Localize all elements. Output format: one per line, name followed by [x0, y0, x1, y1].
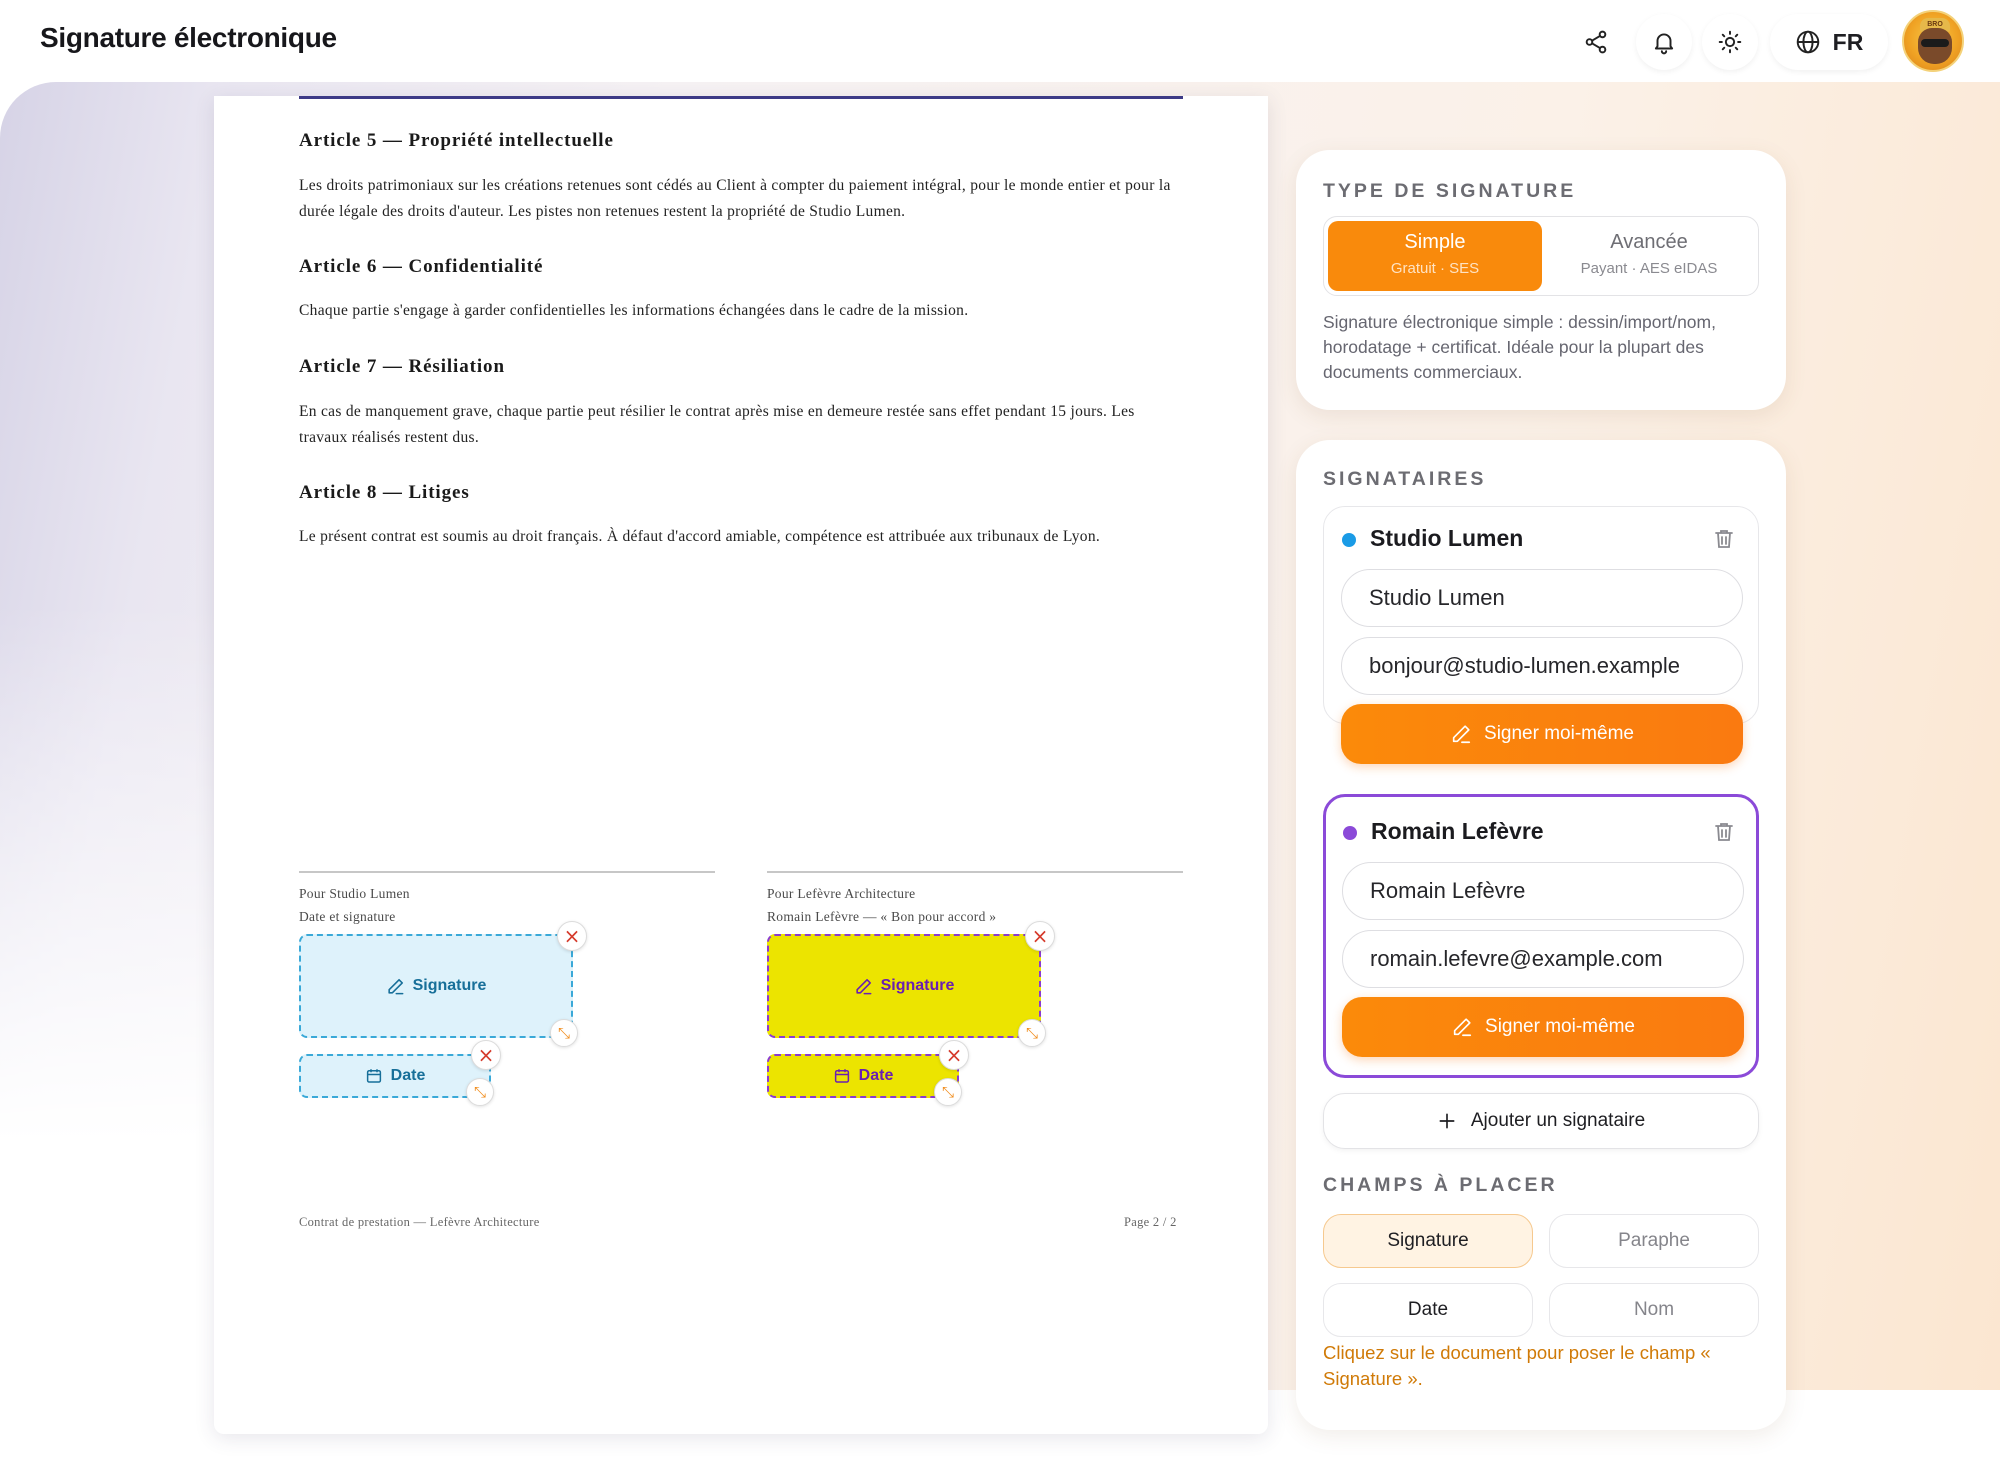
signers-panel: SIGNATAIRES Studio Lumen Signer moi-même…	[1296, 440, 1786, 1430]
trash-icon[interactable]	[1712, 527, 1736, 551]
chip-nom[interactable]: Nom	[1549, 1283, 1759, 1337]
add-signer-label: Ajouter un signataire	[1470, 1110, 1646, 1131]
signer-name: Studio Lumen	[1370, 525, 1524, 551]
language-selector[interactable]: FR	[1770, 14, 1888, 70]
date-field-label: Date	[858, 1067, 894, 1084]
share-icon	[1585, 30, 1607, 54]
signer-name-field[interactable]	[1342, 862, 1744, 920]
signer-name: Romain Lefèvre	[1371, 818, 1544, 844]
avatar-sunglasses	[1921, 39, 1949, 47]
plus-icon	[1439, 1113, 1455, 1129]
signature-field-label: Signature	[880, 977, 955, 994]
remove-field-button[interactable]: ×	[1025, 921, 1055, 951]
avatar[interactable]: BRO	[1902, 10, 1964, 72]
signature-caption: Date et signature	[299, 909, 396, 924]
article-title: Article 7 — Résiliation	[299, 356, 505, 377]
pen-icon	[855, 978, 872, 994]
option-advanced[interactable]: Avancée Payant · AES eIDAS	[1542, 221, 1756, 291]
notifications-button[interactable]	[1636, 14, 1692, 70]
option-subtitle: Gratuit · SES	[1390, 260, 1480, 277]
date-field[interactable]: Date	[767, 1054, 959, 1098]
page-title: Signature électronique	[40, 22, 337, 53]
resize-icon: ⤡	[473, 1083, 486, 1101]
add-signer-button[interactable]: Ajouter un signataire	[1323, 1093, 1759, 1149]
signer-color-dot	[1343, 826, 1357, 840]
signature-field[interactable]: Signature	[767, 934, 1041, 1038]
resize-handle[interactable]: ⤡	[1018, 1019, 1046, 1047]
signature-field[interactable]: Signature	[299, 934, 573, 1038]
remove-field-button[interactable]: ×	[939, 1040, 969, 1070]
globe-icon	[1796, 30, 1819, 54]
signature-caption: Pour Studio Lumen	[299, 886, 410, 901]
signature-field-label: Signature	[412, 977, 487, 994]
section-heading: CHAMPS À PLACER	[1323, 1174, 1558, 1196]
remove-field-button[interactable]: ×	[471, 1040, 501, 1070]
resize-handle[interactable]: ⤡	[934, 1078, 962, 1106]
article-title: Article 5 — Propriété intellectuelle	[299, 130, 614, 151]
signature-type-selector: Simple Gratuit · SES Avancée Payant · AE…	[1323, 216, 1759, 296]
article-body: Chaque partie s'engage à garder confiden…	[299, 302, 969, 319]
article-title: Article 6 — Confidentialité	[299, 256, 544, 277]
document-top-rule	[299, 96, 1183, 99]
sign-myself-label: Signer moi-même	[1485, 1016, 1635, 1037]
article-body: Le présent contrat est soumis au droit f…	[299, 528, 1101, 545]
signature-type-panel: TYPE DE SIGNATURE Simple Gratuit · SES A…	[1296, 150, 1786, 410]
share-button[interactable]	[1568, 14, 1624, 70]
sign-myself-label: Signer moi-même	[1484, 723, 1634, 744]
signer-card[interactable]: Studio Lumen Signer moi-même	[1323, 506, 1759, 764]
article-title: Article 8 — Litiges	[299, 482, 470, 503]
resize-handle[interactable]: ⤡	[466, 1078, 494, 1106]
resize-icon: ⤡	[1025, 1024, 1038, 1042]
close-icon: ×	[563, 924, 581, 948]
pen-icon	[1453, 1018, 1472, 1037]
chip-paraphe[interactable]: Paraphe	[1549, 1214, 1759, 1268]
section-heading: SIGNATAIRES	[1323, 468, 1487, 490]
theme-toggle-button[interactable]	[1702, 14, 1758, 70]
article-body: En cas de manquement grave, chaque parti…	[299, 403, 1135, 446]
pen-icon	[387, 978, 404, 994]
bell-icon	[1654, 33, 1674, 55]
signature-caption: Romain Lefèvre — « Bon pour accord »	[767, 909, 997, 924]
resize-icon: ⤡	[557, 1024, 570, 1042]
signature-rule	[767, 871, 1183, 873]
signer-email-field[interactable]	[1341, 637, 1743, 695]
signature-caption: Pour Lefèvre Architecture	[767, 886, 916, 901]
sun-icon	[1718, 30, 1742, 54]
page-number: Page 2 / 2	[1124, 1215, 1177, 1229]
language-label: FR	[1832, 28, 1864, 55]
resize-icon: ⤡	[941, 1083, 954, 1101]
remove-field-button[interactable]: ×	[557, 921, 587, 951]
close-icon: ×	[945, 1043, 963, 1067]
close-icon: ×	[477, 1043, 495, 1067]
option-title: Avancée	[1610, 231, 1688, 253]
signature-rule	[299, 871, 715, 873]
section-heading: TYPE DE SIGNATURE	[1323, 180, 1577, 202]
sign-myself-button[interactable]: Signer moi-même	[1342, 997, 1744, 1057]
pen-icon	[1452, 725, 1471, 744]
option-subtitle: Payant · AES eIDAS	[1580, 260, 1718, 277]
signer-color-dot	[1342, 533, 1356, 547]
resize-handle[interactable]: ⤡	[550, 1019, 578, 1047]
sign-myself-button[interactable]: Signer moi-même	[1341, 704, 1743, 764]
signer-email-field[interactable]	[1342, 930, 1744, 988]
placement-hint: Cliquez sur le document pour poser le ch…	[1323, 1342, 1711, 1389]
chip-signature[interactable]: Signature	[1323, 1214, 1533, 1268]
chip-date[interactable]: Date	[1323, 1283, 1533, 1337]
calendar-icon	[366, 1069, 381, 1083]
signature-type-description: Signature électronique simple : dessin/i…	[1323, 312, 1716, 382]
top-bar: Signature électronique FR BRO	[0, 0, 2000, 82]
option-simple[interactable]: Simple Gratuit · SES	[1328, 221, 1542, 291]
date-field[interactable]: Date	[299, 1054, 491, 1098]
document-footer-left: Contrat de prestation — Lefèvre Architec…	[299, 1215, 540, 1229]
close-icon: ×	[1031, 924, 1049, 948]
calendar-icon	[834, 1069, 849, 1083]
date-field-label: Date	[390, 1067, 426, 1084]
trash-icon[interactable]	[1712, 820, 1736, 844]
option-title: Simple	[1404, 231, 1466, 253]
document-page[interactable]: Article 5 — Propriété intellectuelle Les…	[214, 96, 1268, 1434]
signer-name-field[interactable]	[1341, 569, 1743, 627]
signer-card-selected[interactable]: Romain Lefèvre Signer moi-même	[1323, 794, 1759, 1078]
article-body: Les droits patrimoniaux sur les création…	[299, 177, 1171, 220]
